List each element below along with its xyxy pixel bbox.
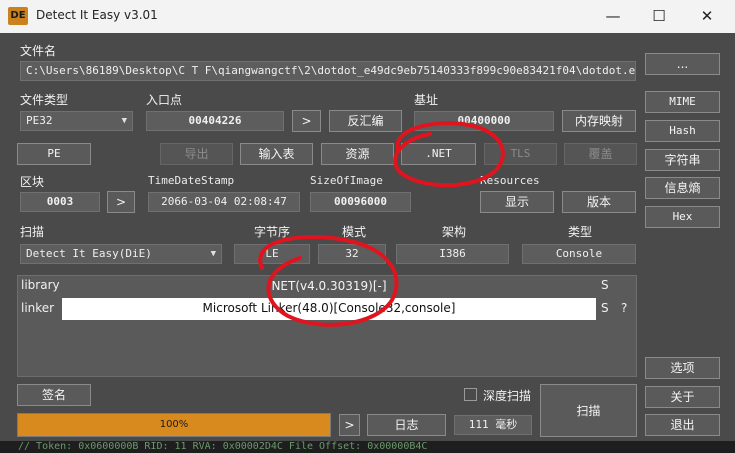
annotation-circle-dotnet	[393, 121, 505, 188]
annotation-overlay	[258, 121, 505, 327]
annotation-circle-library	[258, 235, 399, 327]
